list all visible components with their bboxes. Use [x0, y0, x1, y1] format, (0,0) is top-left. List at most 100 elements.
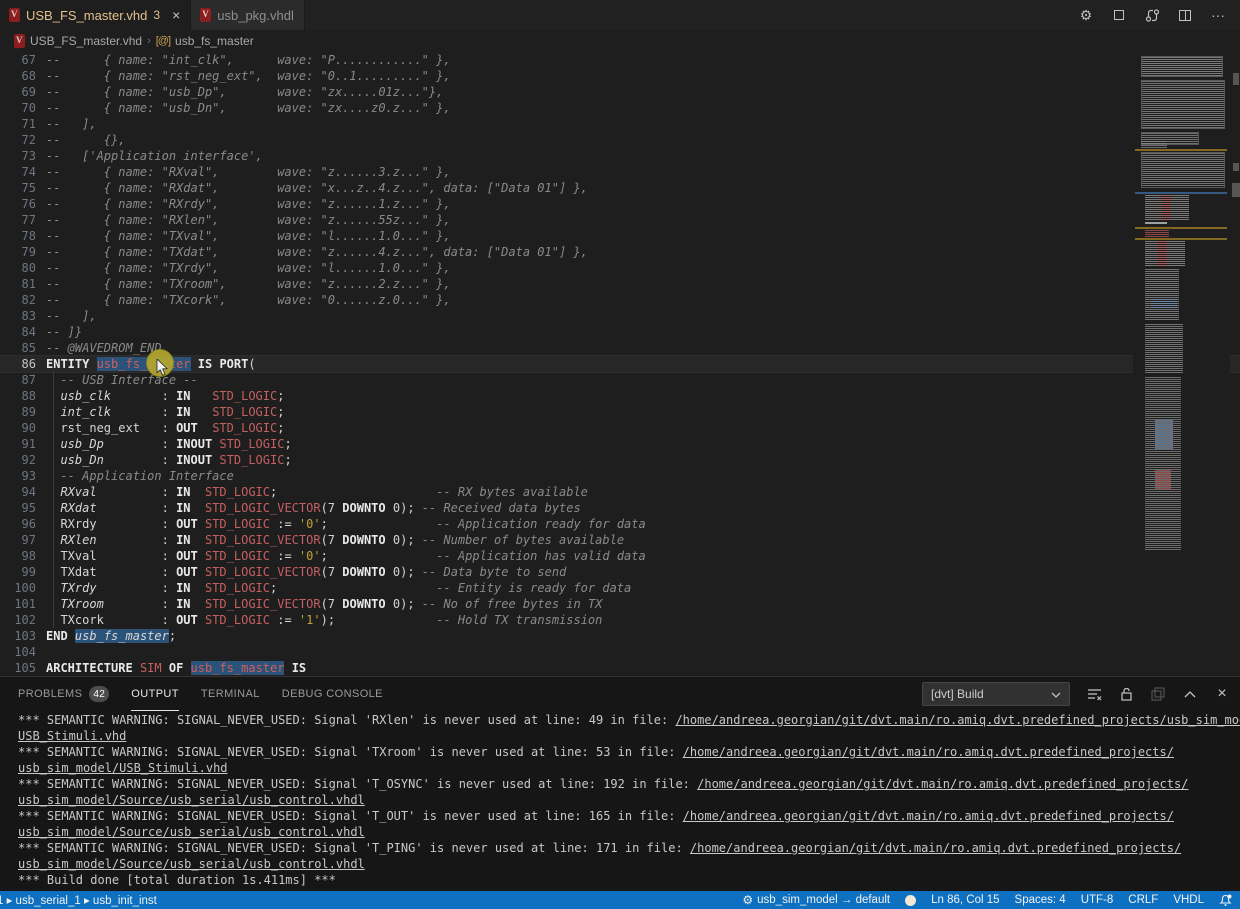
file-link[interactable]: /home/andreea.georgian/git/dvt.main/ro.a…	[690, 841, 1181, 855]
file-link[interactable]: usb_sim_model/Source/usb_serial/usb_cont…	[18, 825, 365, 839]
line-number: 84	[0, 324, 36, 340]
code-line[interactable]: 68-- { name: "rst_neg_ext", wave: "0..1.…	[0, 68, 1240, 84]
code-line[interactable]: 86ENTITY usb_fs_master IS PORT(	[0, 356, 1240, 372]
status-bar: 1 ▸ usb_serial_1 ▸ usb_init_inst ⚙ usb_s…	[0, 891, 1240, 909]
close-panel-icon[interactable]: ×	[1214, 686, 1230, 702]
scope-path[interactable]: 1 ▸ usb_serial_1 ▸ usb_init_inst	[0, 893, 157, 907]
code-line[interactable]: 82-- { name: "TXcork", wave: "0......z.0…	[0, 292, 1240, 308]
maximize-panel-icon[interactable]	[1182, 686, 1198, 702]
vhdl-file-icon	[14, 34, 25, 48]
code-line[interactable]: 87 -- USB Interface --	[0, 372, 1240, 388]
panel-tab-debug-console[interactable]: DEBUG CONSOLE	[282, 677, 383, 711]
code-line[interactable]: 72-- {},	[0, 132, 1240, 148]
code-line[interactable]: 98 TXval : OUT STD_LOGIC := '0'; -- Appl…	[0, 548, 1240, 564]
breadcrumb-file[interactable]: USB_FS_master.vhd	[30, 34, 142, 48]
split-editor-icon[interactable]	[1177, 7, 1193, 23]
code-line[interactable]: 75-- { name: "RXdat", wave: "x...z..4.z.…	[0, 180, 1240, 196]
file-link[interactable]: usb_sim_model/Source/usb_serial/usb_cont…	[18, 857, 365, 871]
code-line[interactable]: 92 usb_Dn : INOUT STD_LOGIC;	[0, 452, 1240, 468]
code-line[interactable]: 79-- { name: "TXdat", wave: "z......4.z.…	[0, 244, 1240, 260]
code-line[interactable]: 81-- { name: "TXroom", wave: "z......2.z…	[0, 276, 1240, 292]
code-line[interactable]: 96 RXrdy : OUT STD_LOGIC := '0'; -- Appl…	[0, 516, 1240, 532]
code-line[interactable]: 85-- @WAVEDROM_END	[0, 340, 1240, 356]
scrollbar-slider[interactable]	[1232, 183, 1240, 197]
breadcrumb[interactable]: USB_FS_master.vhd › [@] usb_fs_master	[0, 30, 1240, 52]
lock-icon[interactable]	[1118, 686, 1134, 702]
code-line[interactable]: 102 TXcork : OUT STD_LOGIC := '1'); -- H…	[0, 612, 1240, 628]
output-channel-dropdown[interactable]: [dvt] Build	[922, 682, 1070, 706]
code-line[interactable]: 90 rst_neg_ext : OUT STD_LOGIC;	[0, 420, 1240, 436]
code-line[interactable]: 94 RXval : IN STD_LOGIC; -- RX bytes ava…	[0, 484, 1240, 500]
code-line[interactable]: 88 usb_clk : IN STD_LOGIC;	[0, 388, 1240, 404]
code-line[interactable]: 78-- { name: "TXval", wave: "l......1.0.…	[0, 228, 1240, 244]
editor-tab[interactable]: USB_FS_master.vhd3×	[0, 0, 191, 30]
code-line[interactable]: 74-- { name: "RXval", wave: "z......3.z.…	[0, 164, 1240, 180]
code-line[interactable]: 70-- { name: "usb_Dn", wave: "zx....z0.z…	[0, 100, 1240, 116]
tabs-container: USB_FS_master.vhd3× usb_pkg.vhdl	[0, 0, 305, 30]
tab-label: usb_pkg.vhdl	[217, 8, 294, 23]
editor-tab[interactable]: usb_pkg.vhdl	[191, 0, 305, 30]
code-line[interactable]: 89 int_clk : IN STD_LOGIC;	[0, 404, 1240, 420]
cursor-position[interactable]: Ln 86, Col 15	[931, 894, 999, 906]
output-text: *** SEMANTIC WARNING: SIGNAL_NEVER_USED:…	[18, 713, 675, 727]
code-line[interactable]: 84-- ]}	[0, 324, 1240, 340]
file-link[interactable]: /home/andreea.georgian/git/dvt.main/ro.a…	[675, 713, 1240, 727]
more-actions-icon[interactable]: ···	[1210, 7, 1226, 23]
code-line[interactable]: 71-- ],	[0, 116, 1240, 132]
encoding-setting[interactable]: UTF-8	[1081, 894, 1114, 906]
code-line[interactable]: 103 END usb_fs_master;	[0, 628, 1240, 644]
code-line[interactable]: 105ARCHITECTURE SIM OF usb_fs_master IS	[0, 660, 1240, 676]
output-console[interactable]: *** SEMANTIC WARNING: SIGNAL_NEVER_USED:…	[0, 711, 1240, 892]
code-line[interactable]: 69-- { name: "usb_Dp", wave: "zx.....01z…	[0, 84, 1240, 100]
code-line[interactable]: 93 -- Application Interface	[0, 468, 1240, 484]
editor-actions: ⚙ ···	[1078, 0, 1240, 30]
file-link[interactable]: /home/andreea.georgian/git/dvt.main/ro.a…	[683, 745, 1174, 759]
panel-tab-problems[interactable]: PROBLEMS42	[18, 677, 109, 711]
eol-setting[interactable]: CRLF	[1128, 894, 1158, 906]
code-line[interactable]: 101 TXroom : IN STD_LOGIC_VECTOR(7 DOWNT…	[0, 596, 1240, 612]
code-line[interactable]: 104	[0, 644, 1240, 660]
code-text: -- { name: "TXroom", wave: "z......2.z..…	[46, 276, 451, 292]
code-line[interactable]: 100 TXrdy : IN STD_LOGIC; -- Entity is r…	[0, 580, 1240, 596]
code-line[interactable]: 97 RXlen : IN STD_LOGIC_VECTOR(7 DOWNTO …	[0, 532, 1240, 548]
open-in-editor-icon[interactable]	[1150, 686, 1166, 702]
minimap[interactable]	[1133, 52, 1230, 676]
file-link[interactable]: /home/andreea.georgian/git/dvt.main/ro.a…	[697, 777, 1188, 791]
line-number: 86	[0, 356, 36, 372]
notifications-bell-icon[interactable]	[1219, 893, 1232, 907]
line-number: 103	[0, 628, 36, 644]
code-area[interactable]: 67-- { name: "int_clk", wave: "P........…	[0, 52, 1240, 676]
panel-tab-terminal[interactable]: TERMINAL	[201, 677, 260, 711]
code-line[interactable]: 83-- ],	[0, 308, 1240, 324]
minimap-block	[1145, 269, 1179, 321]
project-config[interactable]: ⚙ usb_sim_model → default	[742, 893, 890, 907]
chevron-down-icon	[1051, 687, 1061, 701]
status-scope-breadcrumb[interactable]: 1 ▸ usb_serial_1 ▸ usb_init_inst	[0, 893, 157, 907]
code-line[interactable]: 80-- { name: "TXrdy", wave: "l......1.0.…	[0, 260, 1240, 276]
code-line[interactable]: 95 RXdat : IN STD_LOGIC_VECTOR(7 DOWNTO …	[0, 500, 1240, 516]
close-icon[interactable]: ×	[172, 8, 180, 22]
editor-scrollbar[interactable]	[1230, 52, 1240, 676]
file-link[interactable]: usb_sim_model/USB_Stimuli.vhd	[18, 761, 228, 775]
file-link[interactable]: /home/andreea.georgian/git/dvt.main/ro.a…	[683, 809, 1174, 823]
code-text: END usb_fs_master;	[46, 628, 176, 644]
gear-icon[interactable]: ⚙	[1078, 7, 1094, 23]
file-link[interactable]: USB_Stimuli.vhd	[18, 729, 126, 743]
code-text: -- ['Application interface',	[46, 148, 263, 164]
file-link[interactable]: usb_sim_model/Source/usb_serial/usb_cont…	[18, 793, 365, 807]
code-line[interactable]: 99 TXdat : OUT STD_LOGIC_VECTOR(7 DOWNTO…	[0, 564, 1240, 580]
indentation-setting[interactable]: Spaces: 4	[1015, 894, 1066, 906]
panel-tab-output[interactable]: OUTPUT	[131, 677, 179, 711]
code-line[interactable]: 67-- { name: "int_clk", wave: "P........…	[0, 52, 1240, 68]
square-icon[interactable]	[1111, 7, 1127, 23]
language-mode[interactable]: VHDL	[1173, 894, 1204, 906]
clear-output-icon[interactable]	[1086, 686, 1102, 702]
code-line[interactable]: 76-- { name: "RXrdy", wave: "z......1.z.…	[0, 196, 1240, 212]
compare-changes-icon[interactable]	[1144, 7, 1160, 23]
breadcrumb-symbol[interactable]: usb_fs_master	[175, 34, 254, 48]
build-status-icon[interactable]	[905, 895, 916, 906]
code-line[interactable]: 73-- ['Application interface',	[0, 148, 1240, 164]
code-editor[interactable]: 67-- { name: "int_clk", wave: "P........…	[0, 52, 1240, 676]
code-line[interactable]: 77-- { name: "RXlen", wave: "z......55z.…	[0, 212, 1240, 228]
code-line[interactable]: 91 usb_Dp : INOUT STD_LOGIC;	[0, 436, 1240, 452]
